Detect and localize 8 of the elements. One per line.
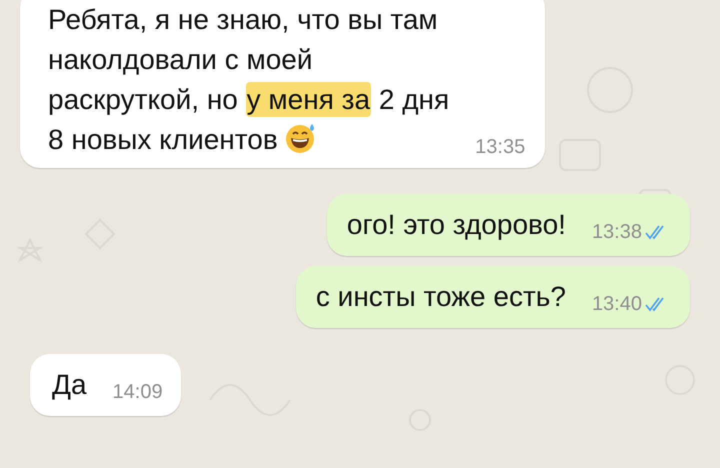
message-text: Да <box>52 368 87 402</box>
message-text: ого! это здорово! <box>346 208 566 242</box>
message-time: 13:38 <box>592 220 642 245</box>
message-time: 13:35 <box>475 135 526 160</box>
message-time: 14:09 <box>112 380 163 405</box>
message-text: с инсты тоже есть? <box>316 280 566 314</box>
message-time: 13:40 <box>592 292 642 317</box>
message-text: Ребята, я не знаю, что вы там наколдовали с моей раскруткой, но у меня за 2 дня 8 новых клиентов <box>48 3 450 157</box>
